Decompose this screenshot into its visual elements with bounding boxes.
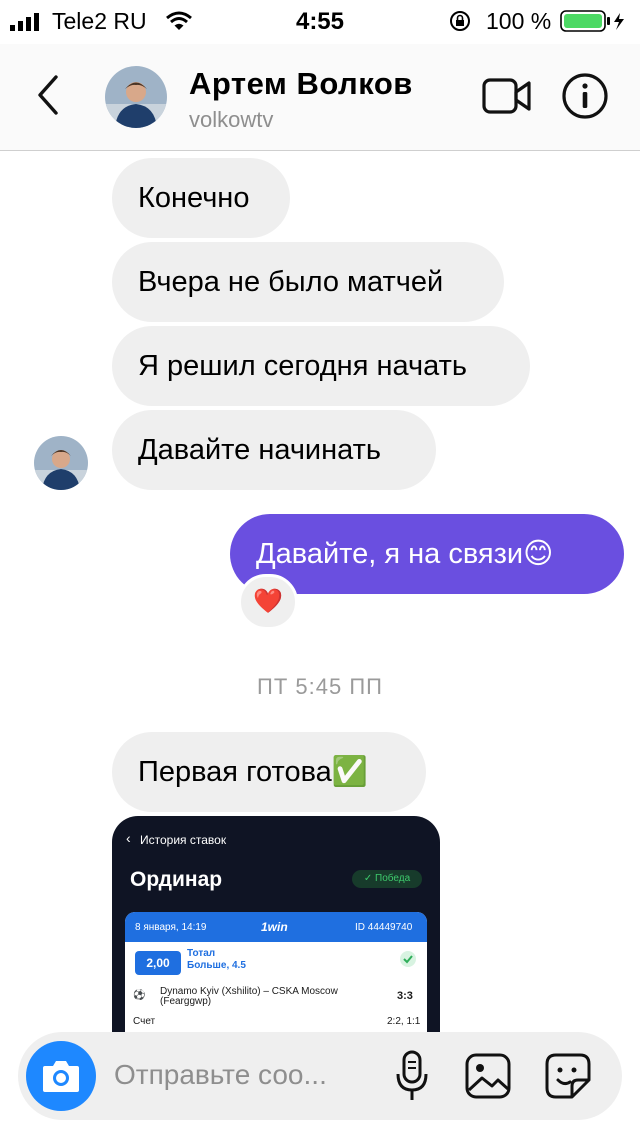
message-bubble[interactable]: Конечно (112, 158, 290, 238)
message-text: Первая готова✅ (138, 756, 368, 788)
orientation-lock-icon (450, 11, 470, 31)
bet-panel: 8 января, 14:19 1win ID 44449740 2,00 То… (125, 912, 427, 1036)
message-text: Конечно (138, 182, 250, 214)
match-score: 3:3 (397, 990, 413, 1002)
score-label: Счет (133, 1016, 156, 1027)
message-bubble[interactable]: Вчера не было матчей (112, 242, 504, 322)
gallery-icon[interactable] (464, 1052, 512, 1100)
video-call-icon[interactable] (481, 75, 533, 117)
bet-id: ID 44449740 (355, 922, 413, 933)
battery-percent: 100 % (486, 8, 552, 34)
brand-logo: 1win (261, 920, 288, 934)
battery-icon (560, 10, 624, 32)
message-input[interactable]: Отправьте соо... (114, 1059, 327, 1091)
check-icon (400, 951, 416, 967)
message-bubble[interactable]: Первая готова✅ (112, 732, 426, 812)
sender-avatar[interactable] (34, 436, 88, 490)
contact-username[interactable]: volkowtv (189, 107, 273, 133)
market-label: Тотал (187, 948, 216, 959)
camera-icon (43, 1061, 79, 1092)
back-chevron-icon[interactable] (34, 74, 64, 116)
message-timestamp: ПТ 5:45 ПП (257, 674, 383, 699)
chevron-left-icon: ‹ (126, 830, 131, 846)
football-icon: ⚽ (133, 990, 146, 1001)
avatar[interactable] (105, 66, 167, 128)
sticker-icon[interactable] (544, 1052, 592, 1100)
message-bubble[interactable]: Я решил сегодня начать (112, 326, 530, 406)
message-text: Давайте, я на связи😊 (256, 538, 554, 570)
contact-name[interactable]: Артем Волков (189, 66, 413, 102)
bet-type-title: Ординар (130, 868, 223, 891)
camera-button[interactable] (26, 1041, 96, 1111)
bet-panel-header: 8 января, 14:19 1win ID 44449740 (125, 912, 427, 942)
reaction-emoji: ❤️ (253, 588, 283, 615)
chat-header: Артем Волков volkowtv (0, 44, 640, 151)
status-bar: Tele2 RU 4:55 100 % (0, 0, 640, 44)
shared-image[interactable]: ‹ История ставок Ординар ✓ Победа 8 янва… (112, 816, 440, 1036)
microphone-icon[interactable] (394, 1050, 430, 1102)
info-icon[interactable] (561, 72, 609, 120)
message-bubble[interactable]: Давайте начинать (112, 410, 436, 490)
bet-date: 8 января, 14:19 (135, 922, 207, 933)
odds-chip: 2,00 (135, 951, 181, 975)
win-badge: ✓ Победа (352, 870, 422, 888)
heart-reaction[interactable]: ❤️ (238, 574, 298, 630)
message-text: Вчера не было матчей (138, 266, 444, 298)
message-text: Давайте начинать (138, 434, 382, 466)
message-composer: Отправьте соо... (18, 1032, 622, 1120)
selection-label: Больше, 4.5 (187, 960, 246, 971)
match-name: Dynamo Kyiv (Xshilito) – CSKA Moscow (Fe… (160, 986, 338, 1007)
message-text: Я решил сегодня начать (138, 350, 467, 382)
score-detail: 2:2, 1:1 (387, 1016, 421, 1027)
history-label: История ставок (140, 833, 227, 847)
win-badge-label: Победа (375, 873, 411, 884)
